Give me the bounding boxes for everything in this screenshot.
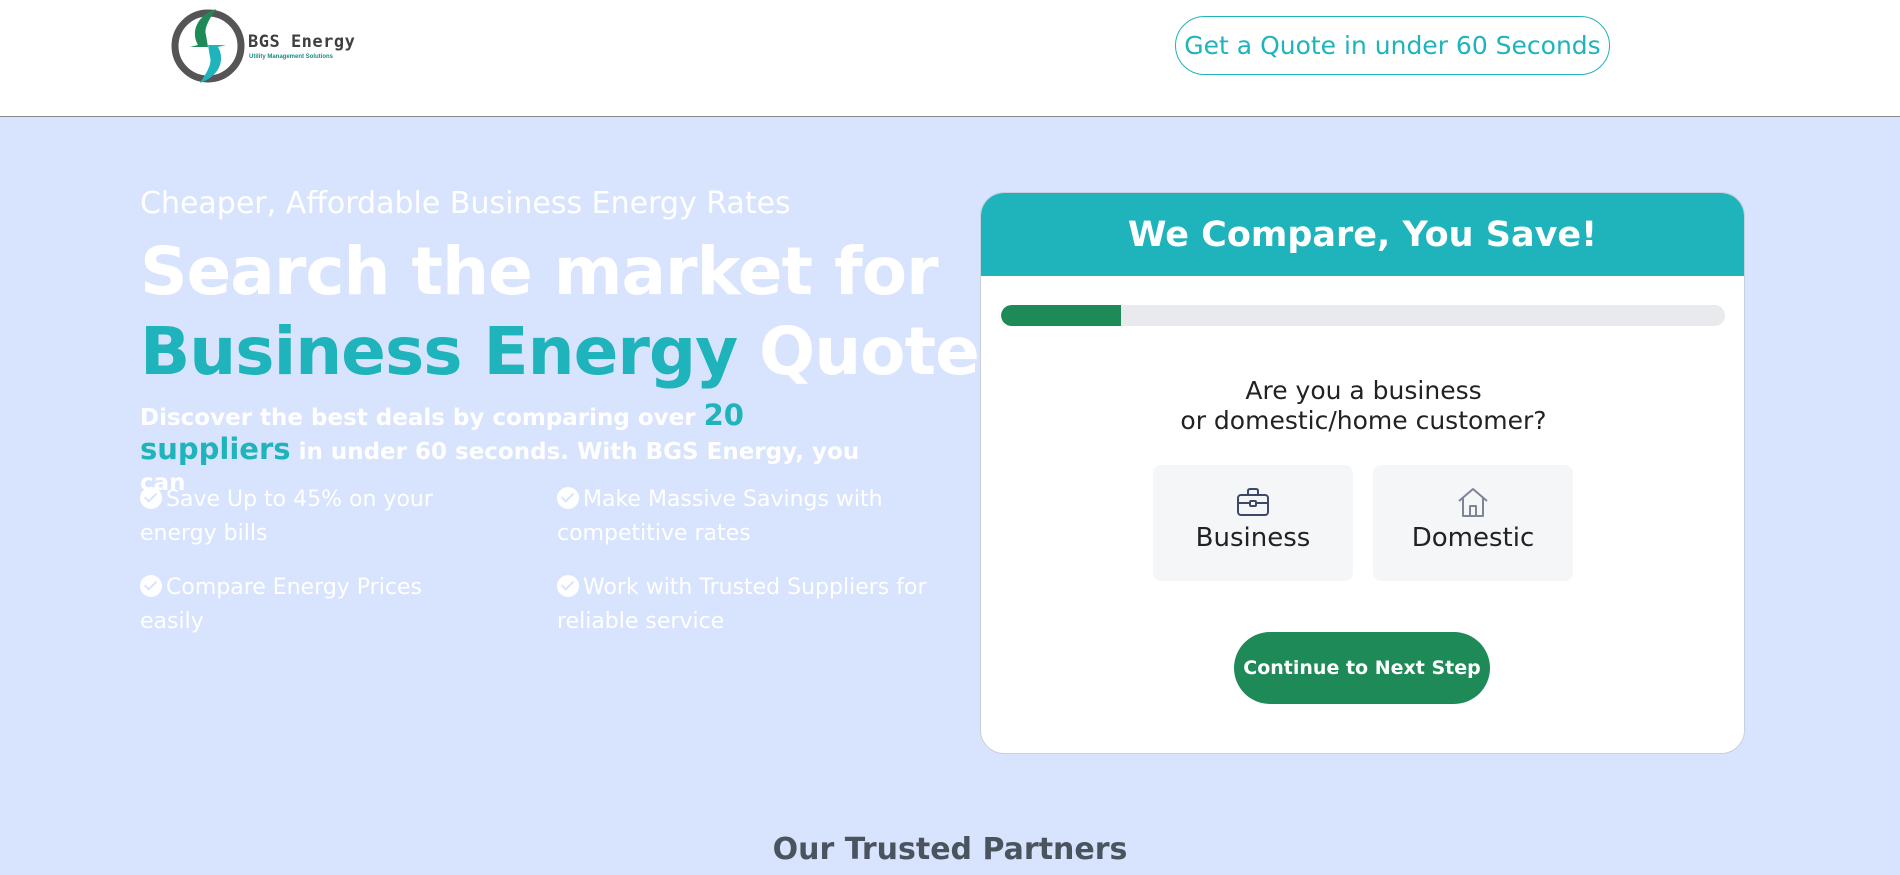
question-line1: Are you a business bbox=[1245, 376, 1482, 405]
site-header: BGS Energy Utility Management Solutions … bbox=[0, 0, 1900, 117]
feature-text: Work with Trusted Suppliers for reliable… bbox=[557, 575, 927, 634]
get-quote-button[interactable]: Get a Quote in under 60 Seconds bbox=[1175, 16, 1610, 75]
partners-heading: Our Trusted Partners bbox=[772, 832, 1128, 867]
feature-text: Save Up to 45% on your energy bills bbox=[140, 487, 433, 546]
logo-name: BGS Energy bbox=[248, 32, 356, 52]
check-circle-icon bbox=[557, 575, 579, 597]
house-icon bbox=[1458, 488, 1488, 517]
check-circle-icon bbox=[557, 487, 579, 509]
option-domestic[interactable]: Domestic bbox=[1373, 465, 1573, 581]
hero-title-accent: Business Energy bbox=[140, 313, 738, 390]
feature-text: Compare Energy Prices easily bbox=[140, 575, 422, 634]
logo-bolt-icon bbox=[171, 9, 245, 83]
check-circle-icon bbox=[140, 575, 162, 597]
feature-item: Save Up to 45% on your energy bills bbox=[140, 483, 460, 551]
hero-title-rest: Quotes bbox=[759, 313, 1018, 390]
briefcase-icon bbox=[1237, 488, 1269, 516]
feature-item: Work with Trusted Suppliers for reliable… bbox=[557, 571, 927, 639]
check-circle-icon bbox=[140, 487, 162, 509]
hero-title-line1: Search the market for bbox=[140, 233, 939, 310]
question-line2: or domestic/home customer? bbox=[1180, 406, 1547, 435]
progress-fill bbox=[1001, 305, 1122, 326]
hero-subtitle: Cheaper, Affordable Business Energy Rate… bbox=[140, 186, 791, 221]
feature-text: Make Massive Savings with competitive ra… bbox=[557, 487, 883, 546]
feature-item: Compare Energy Prices easily bbox=[140, 571, 460, 639]
hero-desc-prefix: Discover the best deals by comparing ove… bbox=[140, 405, 696, 431]
form-title: We Compare, You Save! bbox=[981, 193, 1744, 276]
feature-item: Make Massive Savings with competitive ra… bbox=[557, 483, 917, 551]
hero-title: Search the market for Business Energy Qu… bbox=[140, 232, 1018, 392]
option-label: Business bbox=[1195, 523, 1311, 553]
quote-form-card: We Compare, You Save! Are you a business… bbox=[980, 192, 1745, 754]
logo-tagline: Utility Management Solutions bbox=[249, 54, 334, 60]
option-business[interactable]: Business bbox=[1153, 465, 1353, 581]
continue-button[interactable]: Continue to Next Step bbox=[1234, 632, 1490, 704]
progress-bar bbox=[1001, 305, 1725, 326]
logo[interactable]: BGS Energy Utility Management Solutions bbox=[168, 5, 368, 87]
hero-title-line2: Business Energy Quotes bbox=[140, 312, 1018, 392]
form-question: Are you a business or domestic/home cust… bbox=[981, 376, 1744, 436]
option-label: Domestic bbox=[1411, 523, 1535, 553]
